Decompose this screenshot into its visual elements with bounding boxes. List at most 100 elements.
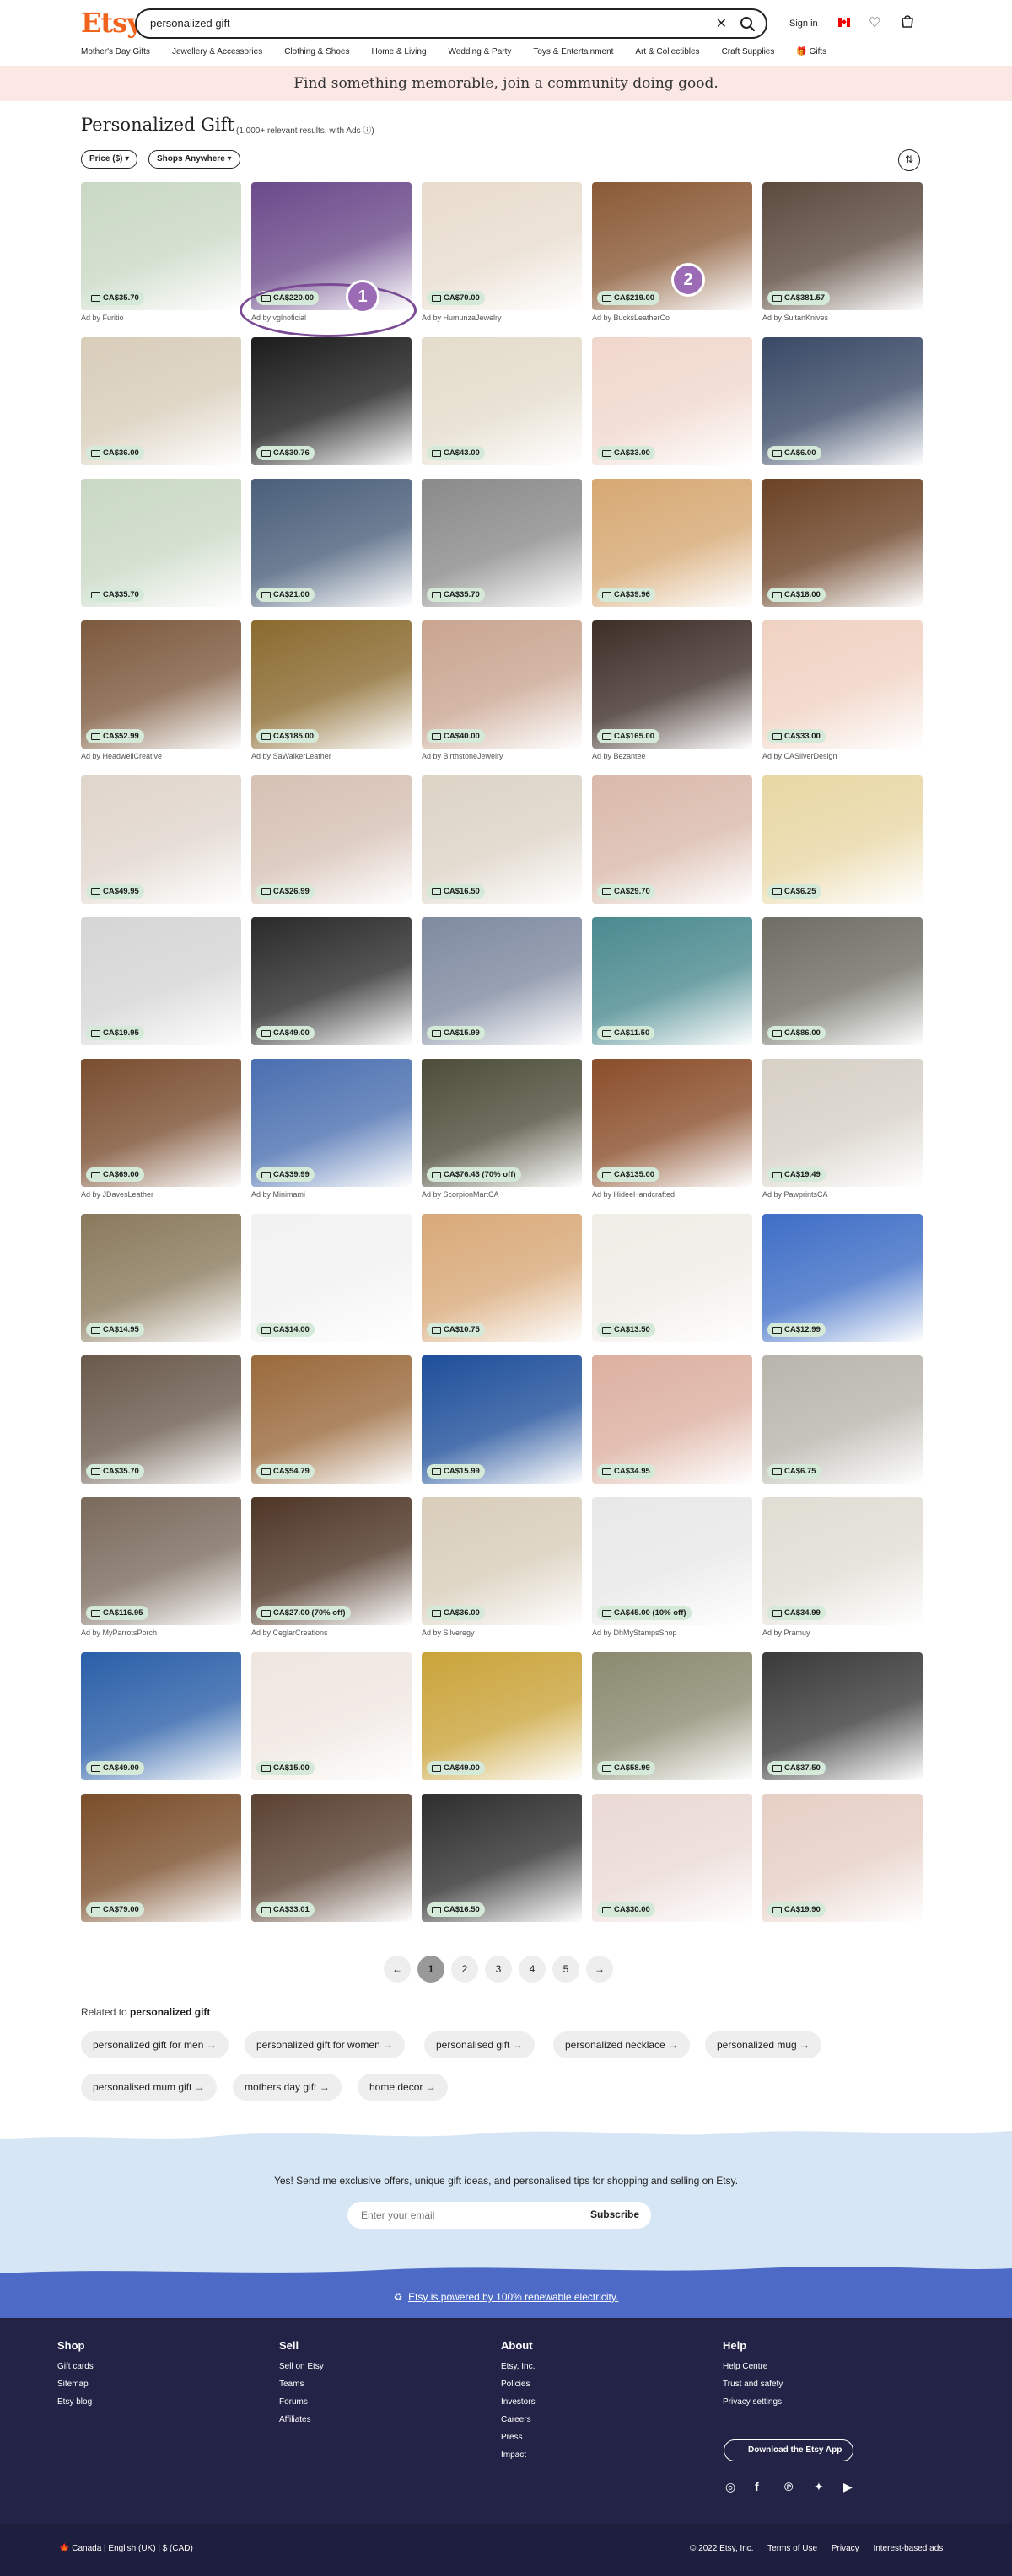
footer-link[interactable]: Etsy, Inc. [501,2362,536,2371]
listing-image[interactable]: CA$58.99 [592,1652,752,1780]
footer-link[interactable]: Gift cards [57,2362,94,2371]
footer-link[interactable]: Forums [279,2397,324,2407]
listing-image[interactable]: CA$37.50 [762,1652,923,1780]
footer-link[interactable]: Careers [501,2415,536,2424]
listing-image[interactable]: CA$12.99 [762,1214,923,1342]
listing-image[interactable]: CA$49.00 [422,1652,582,1780]
renewable-banner[interactable]: ♻ Etsy is powered by 100% renewable elec… [0,2276,1012,2318]
listing-image[interactable]: CA$19.95 [81,917,241,1045]
related-chip[interactable]: personalized mug → [705,2031,822,2058]
listing-image[interactable]: CA$39.99 [251,1059,412,1187]
next-page-button[interactable]: → [586,1956,613,1983]
listing-image[interactable]: CA$185.00 [251,620,412,749]
listing-image[interactable]: CA$19.90 [762,1794,923,1922]
ad-attribution[interactable]: Ad by HumunzaJewelry [422,314,502,322]
ad-attribution[interactable]: Ad by PawprintsCA [762,1190,828,1199]
listing-image[interactable]: CA$6.75 [762,1355,923,1484]
listing-image[interactable]: CA$10.75 [422,1214,582,1342]
shop-location-filter[interactable]: Shops Anywhere ▾ [148,150,240,169]
listing-image[interactable]: CA$16.50 [422,775,582,904]
price-filter[interactable]: Price ($) ▾ [81,150,138,169]
ad-attribution[interactable]: Ad by JDavesLeather [81,1190,153,1199]
footer-link[interactable]: Help Centre [723,2362,783,2371]
terms-link[interactable]: Terms of Use [767,2544,817,2553]
ad-attribution[interactable]: Ad by Silveregy [422,1629,475,1637]
listing-image[interactable]: CA$33.00 [592,337,752,465]
listing-image[interactable]: CA$69.00 [81,1059,241,1187]
related-chip[interactable]: personalized gift for women → [245,2031,406,2058]
listing-image[interactable]: CA$30.00 [592,1794,752,1922]
ad-attribution[interactable]: Ad by BirthstoneJewelry [422,752,503,760]
related-chip[interactable]: home decor → [358,2074,448,2101]
listing-image[interactable]: CA$70.00 [422,182,582,310]
listing-image[interactable]: CA$35.70 [81,479,241,607]
listing-image[interactable]: CA$381.57 [762,182,923,310]
nav-item-gifts[interactable]: 🎁 Gifts [796,47,848,62]
nav-item[interactable]: Mother's Day Gifts [81,47,150,62]
page-1-button[interactable]: 1 [417,1956,444,1983]
ad-attribution[interactable]: Ad by Minimami [251,1190,305,1199]
cart-icon[interactable] [900,13,915,29]
footer-link[interactable]: Privacy settings [723,2397,783,2407]
listing-image[interactable]: CA$49.00 [251,917,412,1045]
interest-ads-link[interactable]: Interest-based ads [873,2544,943,2553]
listing-image[interactable]: CA$15.99 [422,1355,582,1484]
subscribe-button[interactable]: Subscribe [590,2208,639,2220]
listing-image[interactable]: CA$219.00 [592,182,752,310]
ad-attribution[interactable]: Ad by Bezantee [592,752,646,760]
sign-in-link[interactable]: Sign in [789,19,818,29]
listing-image[interactable]: CA$76.43 (70% off) [422,1059,582,1187]
ad-attribution[interactable]: Ad by SaWalkerLeather [251,752,331,760]
listing-image[interactable]: CA$14.00 [251,1214,412,1342]
listing-image[interactable]: CA$21.00 [251,479,412,607]
listing-image[interactable]: CA$35.70 [81,1355,241,1484]
listing-image[interactable]: CA$19.49 [762,1059,923,1187]
facebook-icon[interactable]: f [755,2480,759,2493]
footer-link[interactable]: Etsy blog [57,2397,94,2407]
related-chip[interactable]: personalized gift for men → [81,2031,229,2058]
twitter-icon[interactable]: ✦ [814,2480,824,2494]
nav-item[interactable]: Toys & Entertainment [533,47,613,62]
related-chip[interactable]: personalised mum gift → [81,2074,217,2101]
listing-image[interactable]: CA$34.95 [592,1355,752,1484]
listing-image[interactable]: CA$15.99 [422,917,582,1045]
email-field[interactable] [361,2209,563,2221]
ad-attribution[interactable]: Ad by Furitio [81,314,124,322]
listing-image[interactable]: CA$45.00 (10% off) [592,1497,752,1625]
related-chip[interactable]: personalized necklace → [553,2031,691,2058]
nav-item[interactable]: Clothing & Shoes [284,47,349,62]
listing-image[interactable]: CA$116.95 [81,1497,241,1625]
listing-image[interactable]: CA$49.95 [81,775,241,904]
sort-icon[interactable]: ⇅ [898,149,920,171]
listing-image[interactable]: CA$79.00 [81,1794,241,1922]
footer-link[interactable]: Sell on Etsy [279,2362,324,2371]
prev-page-button[interactable]: ← [384,1956,411,1983]
nav-item[interactable]: Home & Living [371,47,426,62]
footer-link[interactable]: Press [501,2433,536,2442]
listing-image[interactable]: CA$16.50 [422,1794,582,1922]
listing-image[interactable]: CA$33.01 [251,1794,412,1922]
ad-attribution[interactable]: Ad by SultanKnives [762,314,828,322]
ad-attribution[interactable]: Ad by HideeHandcrafted [592,1190,675,1199]
listing-image[interactable]: CA$6.25 [762,775,923,904]
listing-image[interactable]: CA$135.00 [592,1059,752,1187]
listing-image[interactable]: CA$27.00 (70% off) [251,1497,412,1625]
listing-image[interactable]: CA$33.00 [762,620,923,749]
locale-settings[interactable]: 🍁 Canada | English (UK) | $ (CAD) [59,2544,193,2553]
heart-icon[interactable]: ♡ [869,14,880,31]
listing-image[interactable]: CA$13.50 [592,1214,752,1342]
listing-image[interactable]: CA$40.00 [422,620,582,749]
listing-image[interactable]: CA$14.95 [81,1214,241,1342]
ad-attribution[interactable]: Ad by MyParrotsPorch [81,1629,157,1637]
nav-item[interactable]: Jewellery & Accessories [172,47,262,62]
pinterest-icon[interactable]: ℗ [784,2480,793,2493]
listing-image[interactable]: CA$18.00 [762,479,923,607]
listing-image[interactable]: CA$11.50 [592,917,752,1045]
listing-image[interactable]: CA$30.76 [251,337,412,465]
listing-image[interactable]: CA$35.70 [422,479,582,607]
listing-image[interactable]: CA$39.96 [592,479,752,607]
footer-link[interactable]: Policies [501,2380,536,2389]
listing-image[interactable]: CA$26.99 [251,775,412,904]
listing-image[interactable]: CA$36.00 [81,337,241,465]
close-icon[interactable]: ✕ [716,15,727,32]
